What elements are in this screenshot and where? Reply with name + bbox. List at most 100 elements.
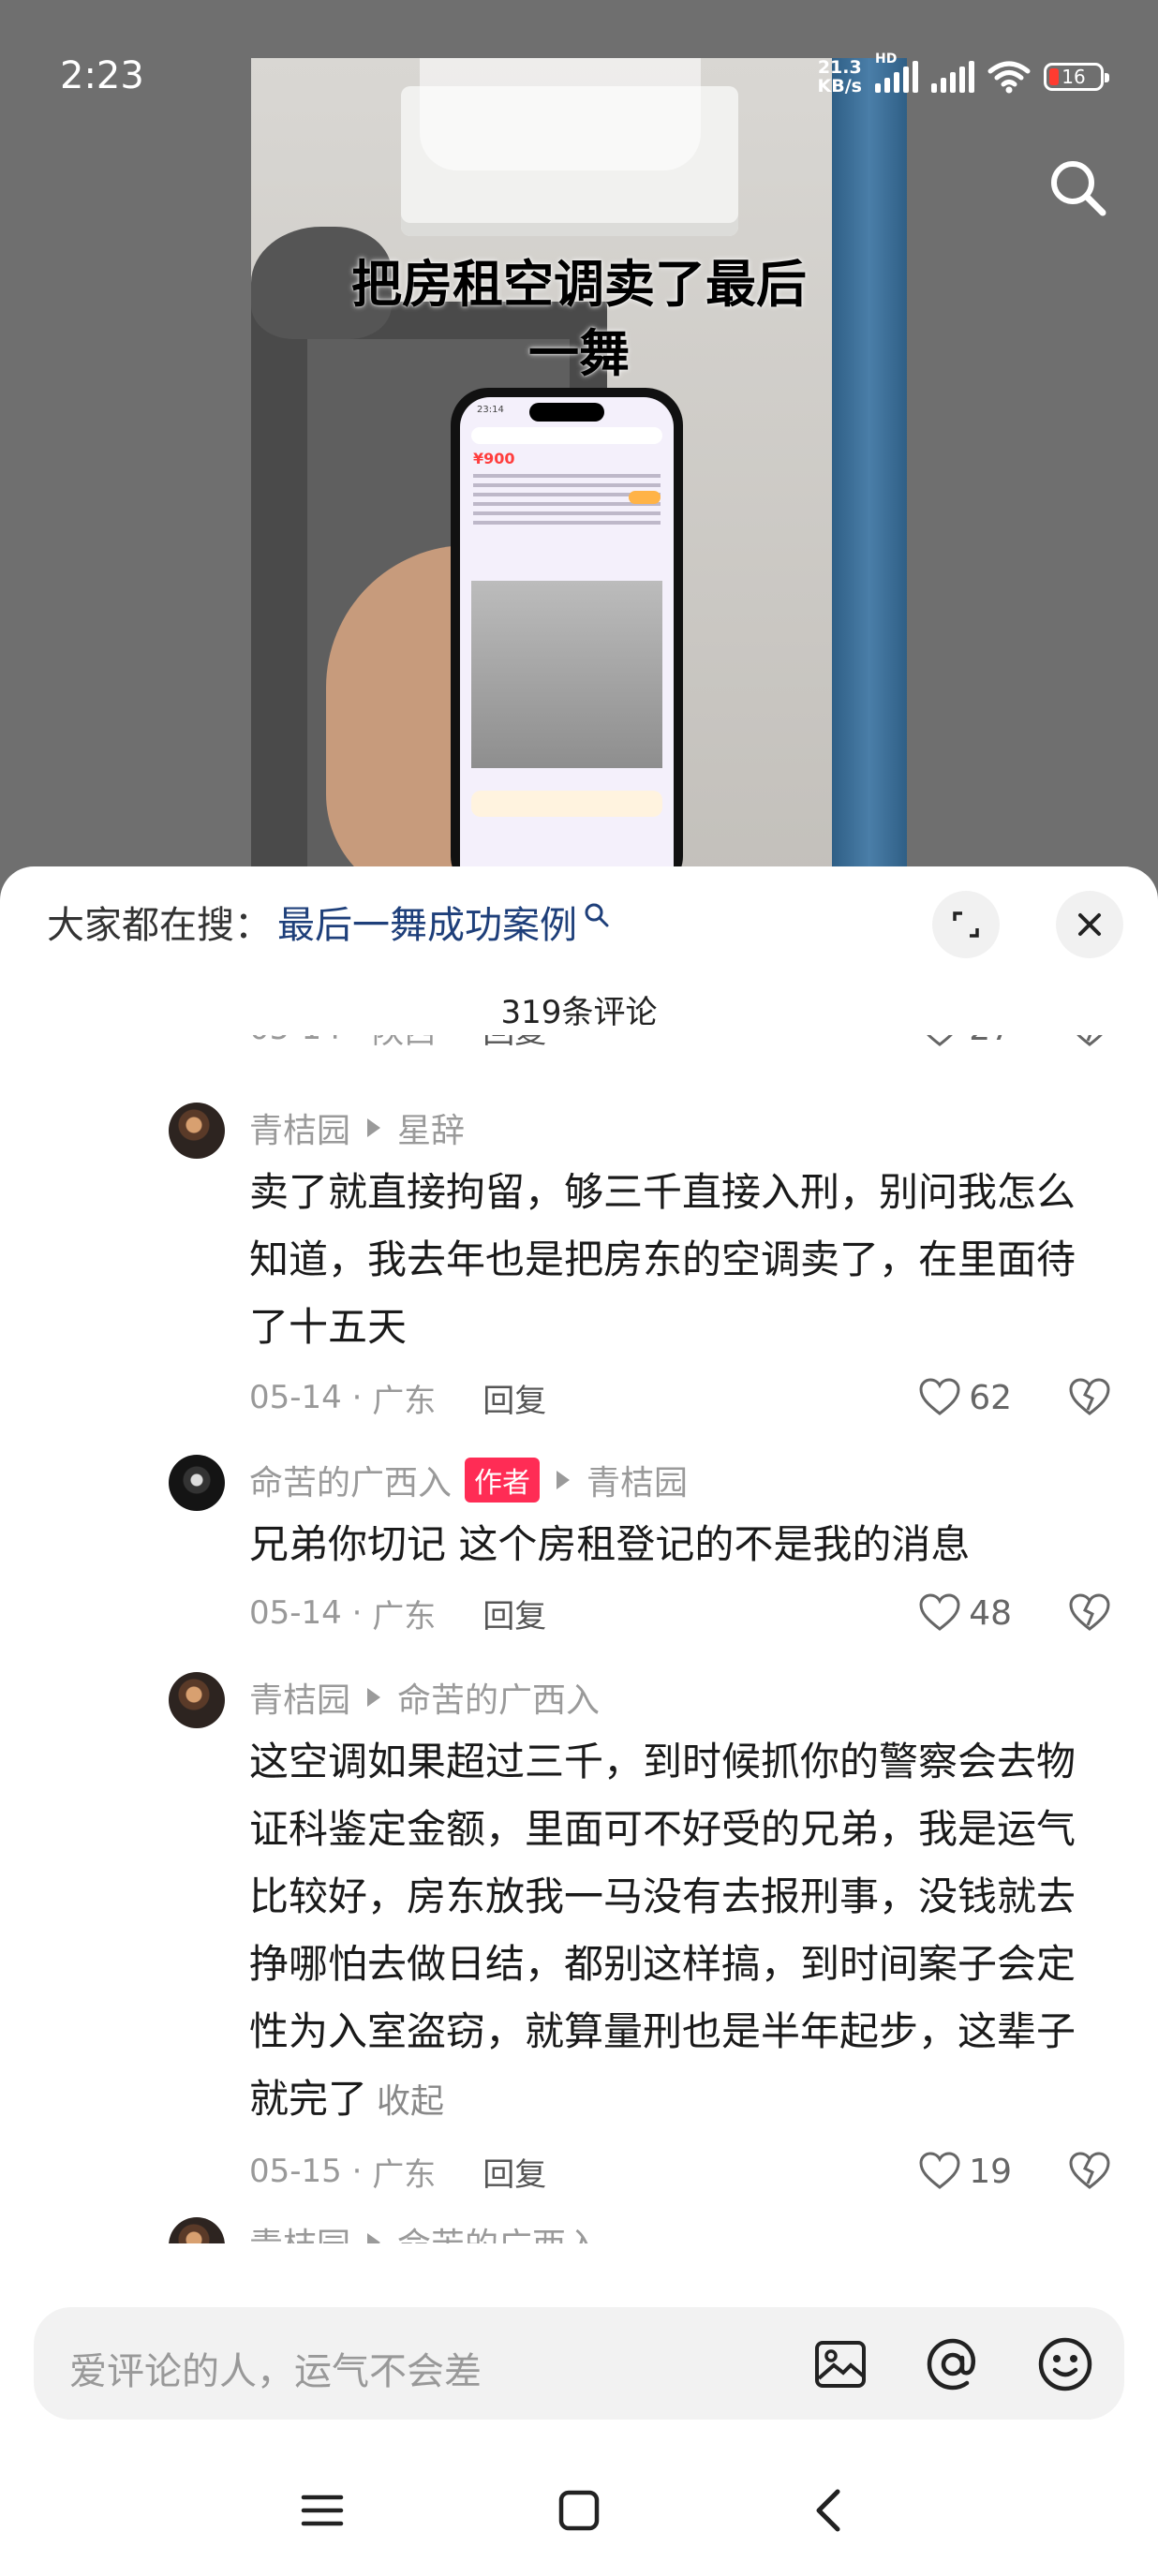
broken-heart-icon: [1076, 1035, 1103, 1046]
comment-date: 05-14: [249, 1035, 342, 1047]
phone-time: 23:14: [477, 405, 504, 415]
comment-text: 这空调如果超过三千，到时候抓你的警察会去物证科鉴定金额，里面可不好受的兄弟，我是…: [249, 1739, 1076, 2122]
comment-users: 青桔园 命苦的广西入: [249, 1674, 600, 1721]
comment-users: 命苦的广西入 作者 青桔园: [249, 1457, 688, 1503]
network-speed-value: 21.3: [817, 57, 862, 78]
comment-location: 广东: [372, 1382, 437, 1420]
avatar[interactable]: [169, 1672, 225, 1728]
comment-input[interactable]: 爱评论的人，运气不会差: [34, 2307, 1124, 2420]
status-time: 2:23: [60, 54, 144, 97]
video-caption-line1: 把房租空调卖了最后: [351, 255, 807, 314]
search-button[interactable]: [1045, 155, 1112, 222]
author-badge: 作者: [465, 1458, 541, 1503]
reply-arrow-icon: [367, 1118, 381, 1137]
home-icon[interactable]: [553, 2484, 605, 2537]
wifi-icon: [987, 61, 1031, 94]
back-icon[interactable]: [804, 2484, 856, 2537]
phone-price: ¥900: [473, 450, 515, 467]
small-search-icon: [585, 903, 609, 927]
network-badge: HD: [875, 52, 898, 67]
reply-button[interactable]: 回复: [482, 1035, 546, 1052]
heart-icon: [927, 1035, 954, 1046]
like-count: 48: [969, 1593, 1012, 1633]
reply-button[interactable]: 回复: [482, 2149, 546, 2195]
comment-meta: 05-15 · 广东 回复 19: [249, 2148, 1111, 2195]
comment-input-placeholder: 爱评论的人，运气不会差: [69, 2350, 482, 2393]
everyone-search-label: 大家都在搜：: [47, 904, 272, 947]
reply-arrow-icon: [557, 1471, 571, 1489]
battery-icon: 16: [1044, 63, 1109, 91]
video-caption: 把房租空调卖了最后 一舞: [251, 250, 907, 389]
everyone-search[interactable]: 大家都在搜： 最后一舞成功案例: [47, 895, 611, 949]
comment-text: 卖了就直接拘留，够三千直接入刑，别问我怎么知道，我去年也是把房东的空调卖了，在里…: [249, 1169, 1076, 1350]
comment-user[interactable]: 命苦的广西入: [249, 1456, 452, 1504]
status-icons: 21.3 KB/s HD 16: [818, 52, 1109, 96]
like-button[interactable]: 62: [918, 1378, 1012, 1417]
phone-listing-photo: [471, 581, 662, 768]
comment-location: 广东: [372, 1597, 437, 1636]
video-player[interactable]: 23:14 ¥900 把房租空调卖了最后 一舞: [251, 58, 907, 882]
cell-signal-icon: HD: [875, 52, 918, 93]
reply-button[interactable]: 回复: [482, 1375, 546, 1421]
status-bar: 2:23 21.3 KB/s HD 16: [0, 0, 1158, 159]
avatar[interactable]: [169, 1103, 225, 1159]
battery-level: 16: [1062, 66, 1086, 88]
comment-meta: 05-14 · 广东 回复 48: [249, 1590, 1111, 1636]
network-speed: 21.3 KB/s: [818, 58, 862, 96]
reply-button[interactable]: 回复: [482, 1591, 546, 1636]
comment-reply-to[interactable]: 青桔园: [586, 1456, 688, 1504]
comment-user[interactable]: 青桔园: [249, 1673, 350, 1722]
curtain: [832, 58, 907, 882]
broken-heart-icon: [1069, 1378, 1110, 1415]
heart-icon: [919, 2152, 960, 2189]
like-count: 62: [969, 1378, 1012, 1417]
comment-location: 陕西: [372, 1035, 436, 1052]
image-icon[interactable]: [811, 2335, 869, 2393]
comment-date: 05-14: [249, 1594, 342, 1632]
heart-icon: [919, 1593, 960, 1631]
system-nav-bar: [0, 2435, 1158, 2576]
dislike-button[interactable]: [1068, 1035, 1111, 1048]
comment-location: 广东: [372, 2155, 437, 2194]
comment-meta: 05-14 · 广东 回复 62: [249, 1374, 1111, 1421]
menu-icon[interactable]: [296, 2484, 349, 2537]
avatar[interactable]: [169, 1455, 225, 1511]
avatar[interactable]: [169, 2217, 225, 2243]
cell-signal-2-icon: [931, 61, 974, 93]
network-speed-unit: KB/s: [817, 76, 862, 96]
close-icon: [1078, 913, 1101, 936]
dislike-button[interactable]: [1068, 1378, 1111, 1417]
comment-user[interactable]: 青桔园: [249, 2218, 350, 2243]
like-count: 19: [969, 2152, 1012, 2191]
comment-meta: 05-14 · 陕西 回复 27: [249, 1035, 1111, 1052]
expand-button[interactable]: [932, 891, 1000, 958]
video-caption-line2: 一舞: [528, 324, 630, 383]
emoji-icon[interactable]: [1036, 2335, 1094, 2393]
comment-reply-to[interactable]: 星辞: [397, 1103, 465, 1152]
dislike-button[interactable]: [1068, 1593, 1111, 1633]
reply-arrow-icon: [367, 1688, 381, 1707]
everyone-search-keyword[interactable]: 最后一舞成功案例: [277, 895, 577, 949]
comment-reply-to[interactable]: 命苦的广西入: [397, 2218, 600, 2243]
reply-arrow-icon: [367, 2233, 381, 2243]
expand-icon: [953, 911, 979, 938]
broken-heart-icon: [1069, 1593, 1110, 1631]
comment-date: 05-14: [249, 1379, 342, 1416]
comment-reply-to[interactable]: 命苦的广西入: [397, 1673, 600, 1722]
like-button[interactable]: 19: [918, 2152, 1012, 2191]
comment-count: 319条评论: [500, 994, 658, 1031]
like-count: 27: [969, 1035, 1012, 1048]
broken-heart-icon: [1069, 2152, 1110, 2189]
collapse-button[interactable]: 收起: [377, 2082, 444, 2121]
comment-user[interactable]: 青桔园: [249, 1103, 350, 1152]
heart-icon: [919, 1378, 960, 1415]
comment-list[interactable]: 05-14 · 陕西 回复 27 青桔园 星辞 卖了就直接拘留，够三千直接入刑，…: [0, 1035, 1158, 2243]
comment-sheet-header: 大家都在搜： 最后一舞成功案例 319条评论: [0, 866, 1158, 1035]
comment-text: 兄弟你切记 这个房租登记的不是我的消息: [249, 1521, 971, 1567]
like-button[interactable]: 48: [918, 1593, 1012, 1633]
at-icon[interactable]: [924, 2335, 982, 2393]
dislike-button[interactable]: [1068, 2152, 1111, 2191]
close-button[interactable]: [1056, 891, 1123, 958]
phone-in-video: 23:14 ¥900: [451, 388, 683, 882]
like-button[interactable]: 27: [918, 1035, 1012, 1048]
